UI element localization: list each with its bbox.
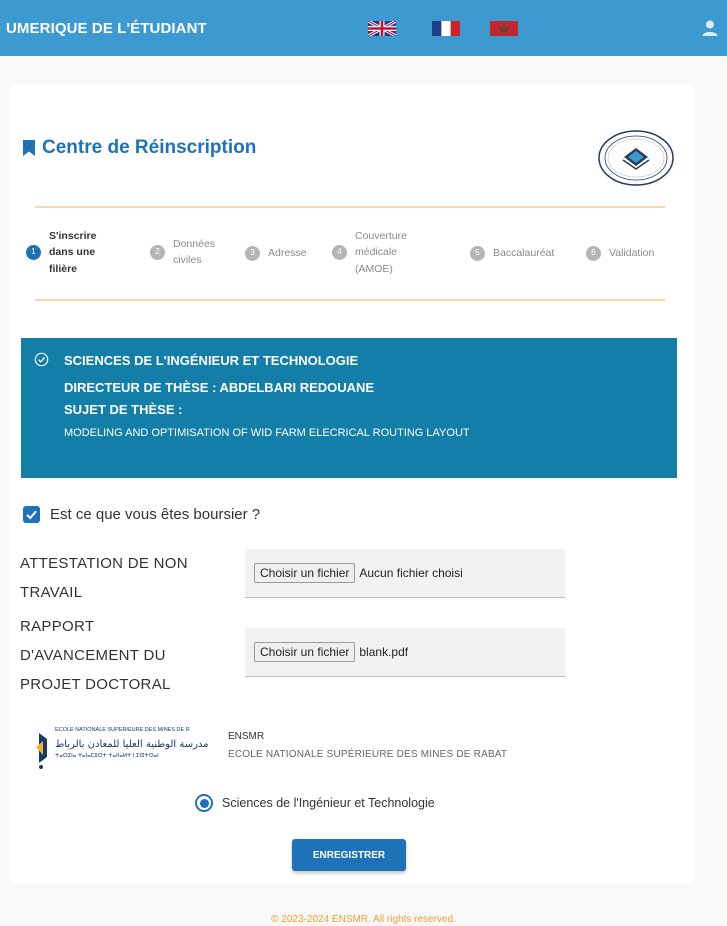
program-name: SCIENCES DE L'INGÉNIEUR ET TECHNOLOGIE xyxy=(64,353,359,368)
program-radio[interactable] xyxy=(195,794,213,812)
step-label: Baccalauréat xyxy=(493,247,555,259)
stepper-divider-top xyxy=(35,206,665,208)
ma-flag-icon[interactable] xyxy=(490,21,518,36)
step-number: 3 xyxy=(245,245,260,261)
boursier-label: Est ce que vous êtes boursier ? xyxy=(50,506,261,523)
step-label: Couverture médicale (AMOE) xyxy=(355,230,407,275)
en-flag-icon[interactable] xyxy=(368,21,396,36)
step-number: 1 xyxy=(26,244,41,260)
school-name: ECOLE NATIONALE SUPÉRIEURE DES MINES DE … xyxy=(228,749,508,760)
rapport-label: RAPPORT D'AVANCEMENT DU PROJET DOCTORAL xyxy=(20,618,171,693)
file-name: blank.pdf xyxy=(359,645,409,659)
step-number: 6 xyxy=(586,245,601,261)
app-title: UMERIQUE DE L'ÉTUDIANT xyxy=(6,20,207,37)
step-label: Données civiles xyxy=(173,238,216,267)
top-navbar: UMERIQUE DE L'ÉTUDIANT xyxy=(0,0,727,56)
thesis-subject: MODELING AND OPTIMISATION OF WID FARM EL… xyxy=(64,427,470,439)
thesis-subject-label: SUJET DE THÈSE : xyxy=(64,402,183,417)
save-button[interactable]: ENREGISTRER xyxy=(292,839,406,871)
attestation-label: ATTESTATION DE NON TRAVAIL xyxy=(20,555,188,601)
logo-text: ECOLE NATIONALE SUPERIEURE DES MINES DE … xyxy=(55,727,190,733)
school-abbreviation: ENSMR xyxy=(228,731,265,742)
stepper-divider-bottom xyxy=(35,299,665,301)
footer-copyright: © 2023-2024 ENSMR. All rights reserved. xyxy=(271,914,456,925)
program-radio-option[interactable]: Sciences de l'Ingénieur et Technologie xyxy=(195,794,435,812)
checkmark-icon xyxy=(26,510,37,520)
thesis-director: DIRECTEUR DE THÈSE : ABDELBARI REDOUANE xyxy=(64,380,375,395)
university-seal-logo xyxy=(598,130,674,186)
boursier-checkbox-row[interactable]: Est ce que vous êtes boursier ? xyxy=(23,506,260,523)
check-circle-icon xyxy=(34,352,49,367)
file-name: Aucun fichier choisi xyxy=(359,566,463,580)
program-radio-label: Sciences de l'Ingénieur et Technologie xyxy=(222,796,435,810)
fr-flag-icon[interactable] xyxy=(432,21,460,36)
step-6[interactable]: 6 Validation xyxy=(586,245,654,261)
step-4[interactable]: 4 Couverture médicale (AMOE) xyxy=(332,228,407,277)
svg-text:ﻣﺪﺭﺳﺔ ﺍﻟﻮﻃﻨﻴﺔ ﺍﻟﻌﻠﻴﺎ ﻟﻠﻤﻌﺎﺩﻥ ﺑ: ﻣﺪﺭﺳﺔ ﺍﻟﻮﻃﻨﻴﺔ ﺍﻟﻌﻠﻴﺎ ﻟﻠﻤﻌﺎﺩﻥ ﺑﺎﻟﺮﺑﺎﻁ xyxy=(55,739,209,750)
choose-file-button[interactable]: Choisir un fichier xyxy=(254,642,356,662)
choose-file-button[interactable]: Choisir un fichier xyxy=(254,563,356,583)
step-number: 2 xyxy=(150,244,165,260)
svg-text:ⵜⴰⵙⵉⵏⴰ ⵜⴰⵏⴰⵎⵓⵔⵜ ⵜⴰⵏⵏⴰⵍⵜ ⵏ ⵉⵏⵓⵜ: ⵜⴰⵙⵉⵏⴰ ⵜⴰⵏⴰⵎⵓⵔⵜ ⵜⴰⵏⵏⴰⵍⵜ ⵏ ⵉⵏⵓⵜⵔⴰⵏ xyxy=(55,753,159,759)
step-number: 5 xyxy=(470,245,485,261)
program-info-banner: SCIENCES DE L'INGÉNIEUR ET TECHNOLOGIE D… xyxy=(21,338,677,478)
step-label: Validation xyxy=(609,247,655,259)
bookmark-icon xyxy=(23,140,35,156)
page-title: Centre de Réinscription xyxy=(22,137,256,159)
rapport-file-input[interactable]: Choisir un fichier blank.pdf xyxy=(245,628,565,677)
ensmr-logo: ECOLE NATIONALE SUPERIEURE DES MINES DE … xyxy=(36,727,209,769)
attestation-file-input[interactable]: Choisir un fichier Aucun fichier choisi xyxy=(245,549,565,598)
boursier-checkbox[interactable] xyxy=(23,506,40,523)
step-1[interactable]: 1 S'inscrire dans une filière xyxy=(26,228,96,277)
step-number: 4 xyxy=(332,244,347,260)
step-label: S'inscrire dans une filière xyxy=(49,230,97,275)
step-5[interactable]: 5 Baccalauréat xyxy=(470,245,554,261)
step-2[interactable]: 2 Données civiles xyxy=(150,236,215,269)
page-title-text: Centre de Réinscription xyxy=(42,137,257,158)
step-label: Adresse xyxy=(268,247,307,259)
step-3[interactable]: 3 Adresse xyxy=(245,245,307,261)
user-icon[interactable] xyxy=(700,18,720,38)
